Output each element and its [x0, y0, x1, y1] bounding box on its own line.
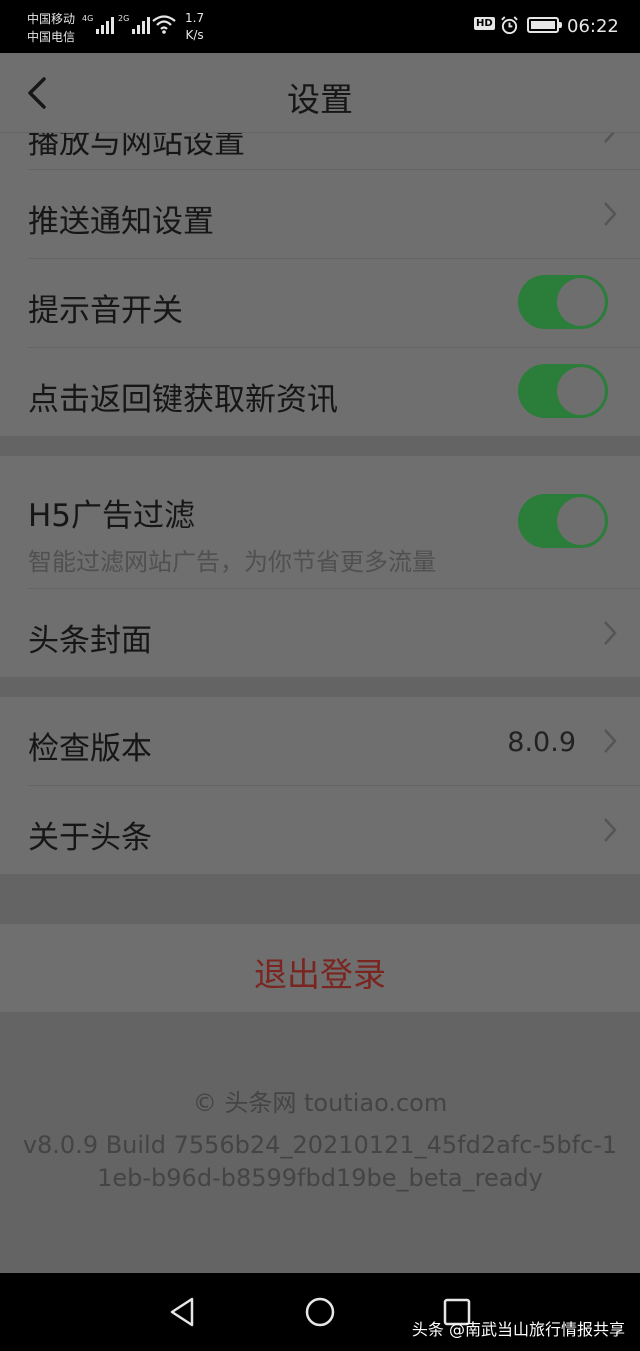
version-value: 8.0.9 — [507, 727, 576, 758]
chevron-right-icon — [602, 133, 618, 145]
clock: 06:22 — [567, 16, 619, 37]
settings-item-description: 智能过滤网站广告，为你节省更多流量 — [28, 548, 436, 576]
settings-item-h5-filter: H5广告过滤 智能过滤网站广告，为你节省更多流量 — [0, 456, 640, 582]
settings-item-label: 头条封面 — [28, 623, 152, 659]
back-refresh-toggle[interactable] — [518, 364, 608, 418]
navigation-bar: 头条 @南武当山旅行情报共享 — [0, 1273, 640, 1351]
wifi-icon — [152, 15, 176, 34]
watermark: 头条 @南武当山旅行情报共享 — [411, 1320, 625, 1339]
settings-item-label: 播放与网站设置 — [28, 133, 245, 161]
signal-icon: 2G — [118, 14, 151, 34]
carrier-names: 中国移动 中国电信 — [27, 10, 75, 46]
battery-icon — [527, 17, 562, 33]
h5-filter-toggle[interactable] — [518, 494, 608, 548]
settings-item-push[interactable]: 推送通知设置 — [0, 170, 640, 258]
settings-item-playback[interactable]: 播放与网站设置 — [0, 133, 640, 169]
page-title: 设置 — [287, 80, 353, 119]
carrier-1: 中国移动 — [27, 12, 76, 26]
app-bar: 设置 — [0, 53, 640, 133]
chevron-right-icon — [602, 619, 618, 647]
network-type-2: 2G — [118, 14, 130, 23]
home-circle-icon[interactable] — [303, 1295, 337, 1329]
section-gap — [0, 677, 640, 697]
settings-item-cover[interactable]: 头条封面 — [0, 589, 640, 677]
toggle-knob — [557, 278, 605, 326]
signal-icon: 4G — [82, 14, 115, 34]
speed-value: 1.7 — [185, 11, 205, 25]
hd-badge: HD — [474, 17, 495, 30]
carrier-2: 中国电信 — [27, 30, 76, 44]
back-triangle-icon[interactable] — [166, 1295, 200, 1329]
status-bar: 中国移动 中国电信 4G 2G 1.7 K/s HD 06:22 — [0, 0, 640, 53]
chevron-right-icon — [602, 727, 618, 755]
sound-toggle[interactable] — [518, 275, 608, 329]
settings-item-check-version[interactable]: 检查版本 8.0.9 — [0, 697, 640, 785]
settings-item-label: 检查版本 — [28, 731, 152, 767]
settings-item-label: 关于头条 — [28, 820, 152, 856]
toggle-knob — [557, 497, 605, 545]
settings-item-back-refresh: 点击返回键获取新资讯 — [0, 348, 640, 436]
settings-item-about[interactable]: 关于头条 — [0, 786, 640, 874]
network-speed: 1.7 K/s — [185, 10, 204, 44]
copyright-text: © 头条网 toutiao.com — [192, 1089, 448, 1117]
alarm-icon — [501, 16, 518, 35]
settings-item-label: 推送通知设置 — [28, 204, 214, 240]
chevron-right-icon — [602, 200, 618, 228]
settings-item-label: 提示音开关 — [28, 293, 183, 329]
toggle-knob — [557, 367, 605, 415]
build-info: v8.0.9 Build 7556b24_20210121_45fd2afc-5… — [22, 1131, 618, 1192]
speed-unit: K/s — [185, 28, 204, 42]
settings-item-label: H5广告过滤 — [28, 498, 196, 534]
network-type-1: 4G — [82, 14, 94, 23]
logout-button[interactable]: 退出登录 — [0, 948, 640, 996]
chevron-right-icon — [602, 816, 618, 844]
section-gap — [0, 874, 640, 924]
logout-row: 退出登录 — [0, 924, 640, 1012]
settings-item-label: 点击返回键获取新资讯 — [28, 382, 338, 418]
settings-list: 播放与网站设置 推送通知设置 提示音开关 点击返回键获取新资讯 H5广告过滤 智… — [0, 133, 640, 1273]
settings-item-sound: 提示音开关 — [0, 259, 640, 347]
section-gap — [0, 436, 640, 456]
